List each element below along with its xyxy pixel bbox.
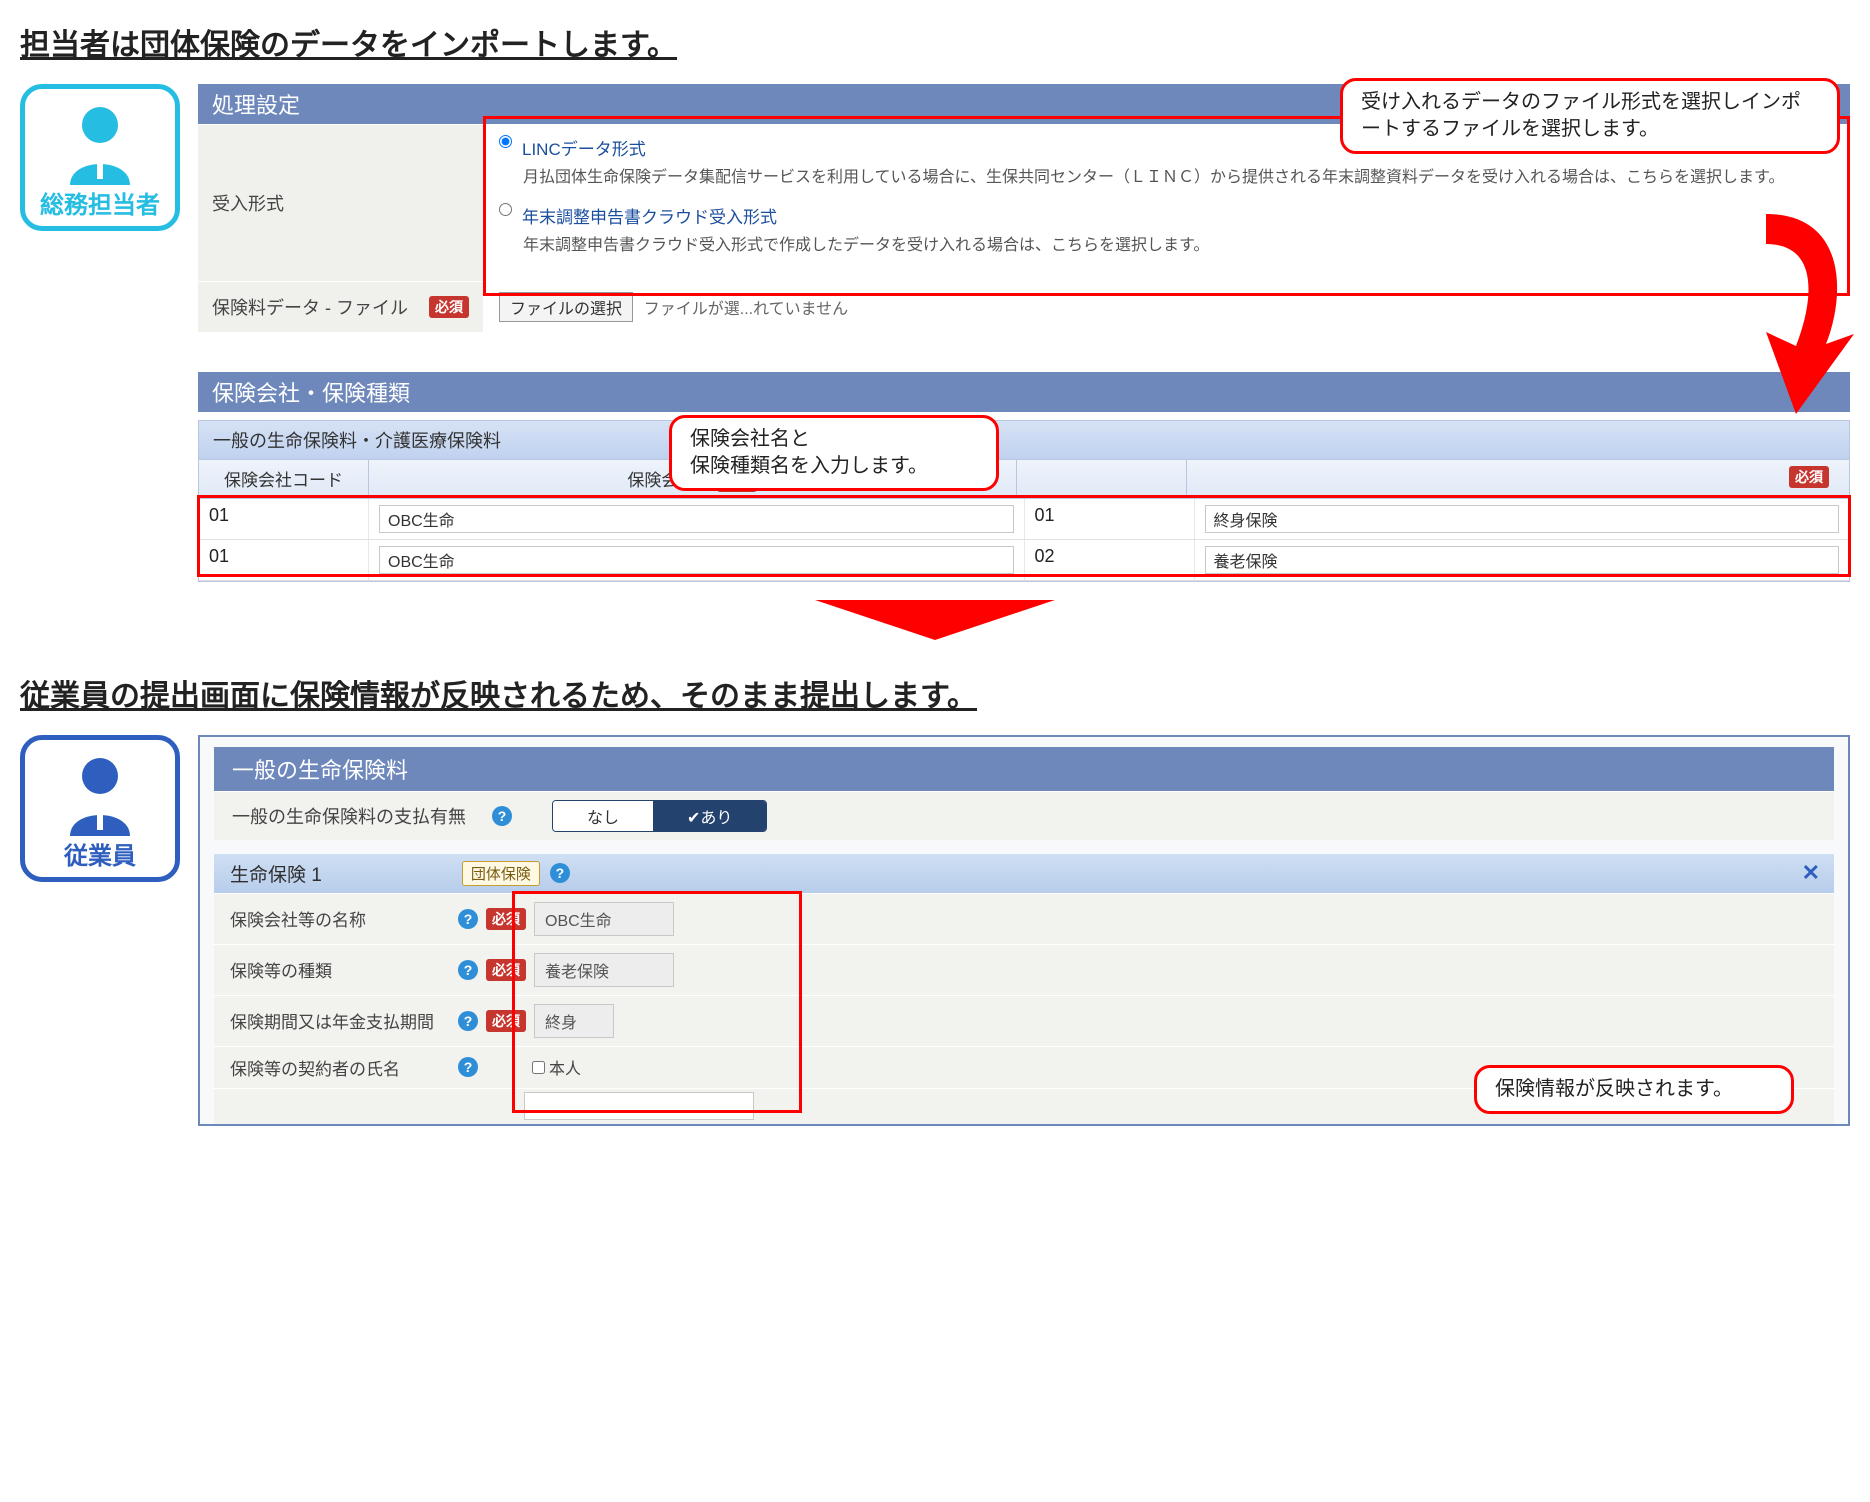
type-name-input[interactable]	[1205, 505, 1840, 533]
company-header: 保険会社・保険種類	[198, 372, 1850, 412]
intake-linc-radio[interactable]	[499, 135, 512, 148]
required-badge: 必須	[486, 1010, 526, 1032]
flow-down-arrow	[20, 600, 1850, 645]
toggle-no[interactable]: なし	[553, 801, 653, 831]
file-select-status: ファイルが選...れていません	[644, 301, 848, 318]
help-icon[interactable]: ?	[550, 863, 570, 883]
section2-title: 従業員の提出画面に保険情報が反映されるため、そのまま提出します。	[20, 671, 1850, 715]
payflag-toggle[interactable]: なし ✔あり	[552, 800, 767, 832]
person-icon	[60, 750, 140, 836]
intake-cloud-radio[interactable]	[499, 203, 512, 216]
emp-period-value: 終身	[534, 1004, 614, 1038]
intake-linc-desc: 月払団体生命保険データ集配信サービスを利用している場合に、生保共同センター（ＬＩ…	[523, 166, 1834, 191]
required-badge: 必須	[1789, 466, 1829, 488]
emp-period-label: 保険期間又は年金支払期間	[230, 1008, 450, 1033]
emp-header: 一般の生命保険料	[214, 747, 1834, 791]
emp-holder-label: 保険等の契約者の氏名	[230, 1055, 450, 1080]
close-icon[interactable]: ✕	[1802, 860, 1820, 886]
callout-reflected-hint: 保険情報が反映されます。	[1474, 1065, 1794, 1114]
persona-employee-card: 従業員	[20, 735, 180, 882]
persona-employee-label: 従業員	[33, 836, 167, 871]
help-icon[interactable]: ?	[458, 1011, 478, 1031]
emp-company-label: 保険会社等の名称	[230, 906, 450, 931]
company-col-header-row: 保険会社コード 保険会社名 必須 必須	[199, 460, 1849, 499]
required-badge: 必須	[429, 296, 469, 318]
file-row-label-text: 保険料データ - ファイル	[212, 294, 408, 320]
company-row: 01 02	[199, 540, 1849, 581]
emp-type-label: 保険等の種類	[230, 957, 450, 982]
persona-admin-card: 総務担当者	[20, 84, 180, 231]
emp-payflag-label: 一般の生命保険料の支払有無	[232, 803, 466, 829]
toggle-yes[interactable]: ✔あり	[653, 801, 766, 831]
required-badge: 必須	[486, 908, 526, 930]
admin-app-panel: 処理設定 受入形式 LINCデータ形式 月払団体生命保険データ集配信サービスを利…	[198, 84, 1850, 582]
type-name-input[interactable]	[1205, 546, 1840, 574]
help-icon[interactable]: ?	[458, 909, 478, 929]
file-select-button[interactable]: ファイルの選択	[499, 292, 633, 322]
holder-self-checkbox[interactable]	[532, 1061, 545, 1074]
type-code-cell: 01	[1035, 505, 1055, 525]
intake-cloud-title: 年末調整申告書クラウド受入形式	[522, 203, 777, 228]
holder-name-input[interactable]	[524, 1092, 754, 1120]
holder-self-checkbox-label: 本人	[549, 1055, 581, 1079]
type-code-cell: 02	[1035, 546, 1055, 566]
callout-import-hint: 受け入れるデータのファイル形式を選択しインポートするファイルを選択します。	[1340, 78, 1840, 154]
emp-company-value: OBC生命	[534, 902, 674, 936]
holder-self-checkbox-wrap[interactable]: 本人	[532, 1055, 581, 1079]
emp-type-value: 養老保険	[534, 953, 674, 987]
company-code-cell: 01	[209, 505, 229, 525]
employee-app-panel: 一般の生命保険料 一般の生命保険料の支払有無 ? なし ✔あり 生命保険 1 団…	[198, 735, 1850, 1126]
company-name-input[interactable]	[379, 505, 1014, 533]
help-icon[interactable]: ?	[458, 1057, 478, 1077]
down-arrow-icon	[815, 600, 1055, 640]
help-icon[interactable]: ?	[492, 806, 512, 826]
intake-format-label: 受入形式	[198, 125, 483, 281]
callout-company-hint: 保険会社名と 保険種類名を入力します。	[669, 415, 999, 491]
group-insurance-tag: 団体保険	[462, 861, 540, 886]
persona-admin-label: 総務担当者	[33, 185, 167, 220]
intake-linc-title: LINCデータ形式	[522, 135, 646, 160]
emp-sub-header-text: 生命保険 1	[230, 860, 322, 887]
help-icon[interactable]: ?	[458, 960, 478, 980]
company-row: 01 01	[199, 499, 1849, 540]
col-type-name: 必須	[1187, 460, 1850, 498]
section1-title: 担当者は団体保険のデータをインポートします。	[20, 20, 1850, 64]
red-arrow-icon	[1736, 204, 1856, 424]
required-badge: 必須	[486, 959, 526, 981]
col-type-code	[1017, 460, 1187, 498]
company-sub-header: 一般の生命保険料・介護医療保険料	[199, 421, 1849, 460]
company-code-cell: 01	[209, 546, 229, 566]
col-company-code: 保険会社コード	[199, 460, 369, 498]
company-name-input[interactable]	[379, 546, 1014, 574]
person-icon	[60, 99, 140, 185]
file-row-label: 保険料データ - ファイル 必須	[198, 282, 483, 332]
intake-cloud-desc: 年末調整申告書クラウド受入形式で作成したデータを受け入れる場合は、こちらを選択し…	[523, 234, 1834, 259]
emp-sub-header: 生命保険 1 団体保険 ? ✕	[214, 854, 1834, 893]
